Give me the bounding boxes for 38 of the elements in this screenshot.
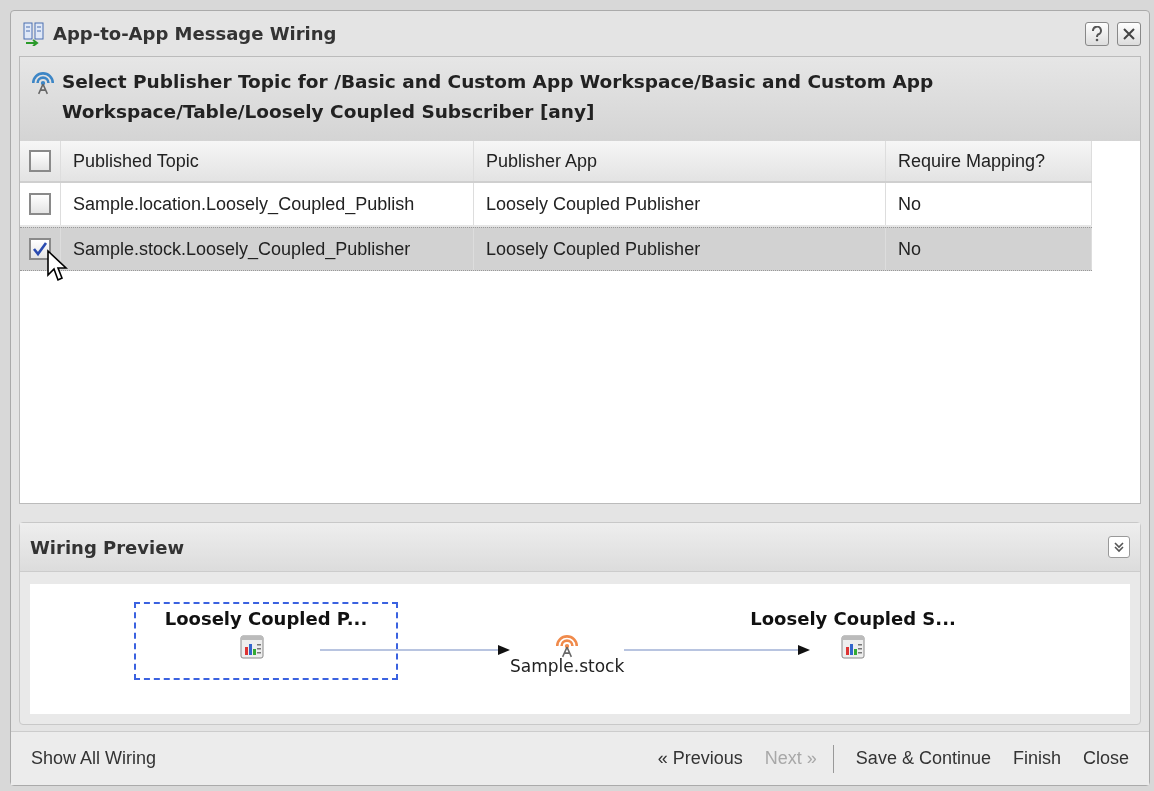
table-cell: No xyxy=(898,238,921,260)
publisher-node[interactable]: Loosely Coupled P... xyxy=(134,602,398,681)
checkbox[interactable] xyxy=(29,238,51,261)
show-all-wiring-link[interactable]: Show All Wiring xyxy=(31,748,157,768)
panel-title: Wiring Preview xyxy=(30,536,185,558)
table-cell: No xyxy=(898,193,921,215)
table-cell: Loosely Coupled Publisher xyxy=(486,193,701,215)
checkbox[interactable] xyxy=(29,150,51,173)
window-icon xyxy=(23,21,45,46)
broadcast-icon xyxy=(554,632,581,659)
footer-button[interactable]: « Previous xyxy=(657,748,743,769)
close-icon xyxy=(1122,26,1136,41)
table-row[interactable]: Sample.stock.Loosely_Coupled_Publisher Loosely Coupled Publisher No xyxy=(20,227,1092,272)
cursor-icon xyxy=(46,249,70,284)
column-header[interactable]: Published Topic xyxy=(61,141,474,182)
checkbox[interactable] xyxy=(29,193,51,216)
window-title: App-to-App Message Wiring xyxy=(53,23,338,45)
column-header[interactable]: Publisher App xyxy=(474,141,886,182)
node-label: Loosely Coupled P... xyxy=(164,608,368,630)
table-cell: Sample.location.Loosely_Coupled_Publish xyxy=(73,193,415,215)
help-button[interactable] xyxy=(1085,21,1109,46)
chart-app-icon xyxy=(240,635,264,660)
node-label: Loosely Coupled S... xyxy=(750,608,956,630)
column-header[interactable]: Require Mapping? xyxy=(886,141,1092,182)
chart-app-icon xyxy=(841,635,866,660)
footer-button[interactable]: Close xyxy=(1082,748,1129,769)
table-cell: Sample.stock.Loosely_Coupled_Publisher xyxy=(73,238,411,260)
close-button[interactable] xyxy=(1117,21,1141,46)
footer-button[interactable]: Save & Continue xyxy=(855,748,991,769)
double-chevron-icon xyxy=(1113,541,1125,554)
topic-label: Sample.stock xyxy=(510,656,625,677)
subscriber-node[interactable]: Loosely Coupled S... xyxy=(750,604,956,683)
section-heading: Select Publisher Topic for /Basic and Custom App Workspace/Basic and Custom App Workspace/Table/Loosely Coupled Subscriber [any] xyxy=(62,70,935,125)
broadcast-icon xyxy=(30,69,56,96)
footer-button[interactable]: Finish xyxy=(1012,748,1061,769)
collapse-button[interactable] xyxy=(1108,536,1130,559)
help-icon xyxy=(1091,25,1103,42)
table-cell: Loosely Coupled Publisher xyxy=(486,238,701,260)
